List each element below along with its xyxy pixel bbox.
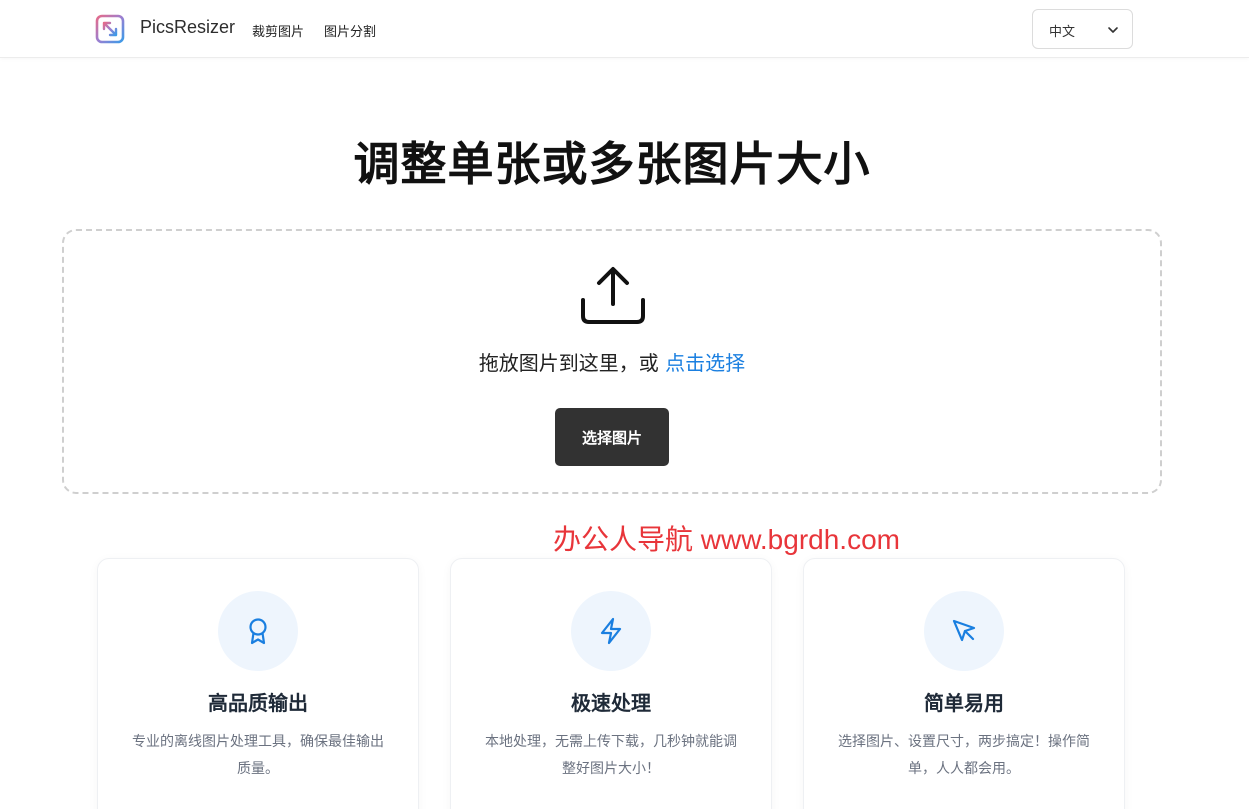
award-icon xyxy=(249,618,267,645)
select-image-button[interactable]: 选择图片 xyxy=(555,408,669,466)
feature-card-quality: 高品质输出 专业的离线图片处理工具，确保最佳输出质量。 xyxy=(97,558,419,809)
brand-name[interactable]: PicsResizer xyxy=(140,17,235,38)
nav-crop-image[interactable]: 裁剪图片 xyxy=(252,21,304,40)
feature-title: 简单易用 xyxy=(924,691,1004,715)
feature-description: 选择图片、设置尺寸，两步搞定！操作简单，人人都会用。 xyxy=(838,734,1090,777)
feature-description: 本地处理，无需上传下载，几秒钟就能调整好图片大小！ xyxy=(485,734,737,777)
feature-card-easy: 简单易用 选择图片、设置尺寸，两步搞定！操作简单，人人都会用。 xyxy=(803,558,1125,809)
feature-icon-badge xyxy=(571,591,651,671)
feature-description: 专业的离线图片处理工具，确保最佳输出质量。 xyxy=(132,734,384,777)
click-select-link[interactable]: 点击选择 xyxy=(665,351,745,375)
feature-title: 极速处理 xyxy=(571,691,651,715)
watermark-text: 办公人导航 www.bgrdh.com xyxy=(553,524,900,555)
logo-icon[interactable] xyxy=(95,14,125,44)
nav-split-image[interactable]: 图片分割 xyxy=(324,21,376,40)
feature-card-speed: 极速处理 本地处理，无需上传下载，几秒钟就能调整好图片大小！ xyxy=(450,558,772,809)
language-select[interactable]: 中文 xyxy=(1032,9,1133,49)
cursor-icon xyxy=(952,619,976,642)
language-selected-value: 中文 xyxy=(1049,25,1076,40)
feature-icon-badge xyxy=(218,591,298,671)
page-title: 调整单张或多张图片大小 xyxy=(353,137,871,191)
feature-icon-badge xyxy=(924,591,1004,671)
lightning-icon xyxy=(600,617,622,645)
dropzone-text: 拖放图片到这里，或 xyxy=(478,351,659,375)
dropzone-instructions: 拖放图片到这里，或 点击选择 xyxy=(64,347,1160,376)
feature-title: 高品质输出 xyxy=(208,691,308,715)
chevron-down-icon xyxy=(1108,27,1118,33)
image-dropzone[interactable]: 拖放图片到这里，或 点击选择 选择图片 xyxy=(62,229,1162,494)
top-navbar: PicsResizer 裁剪图片 图片分割 中文 xyxy=(0,0,1249,58)
upload-icon xyxy=(581,267,645,324)
